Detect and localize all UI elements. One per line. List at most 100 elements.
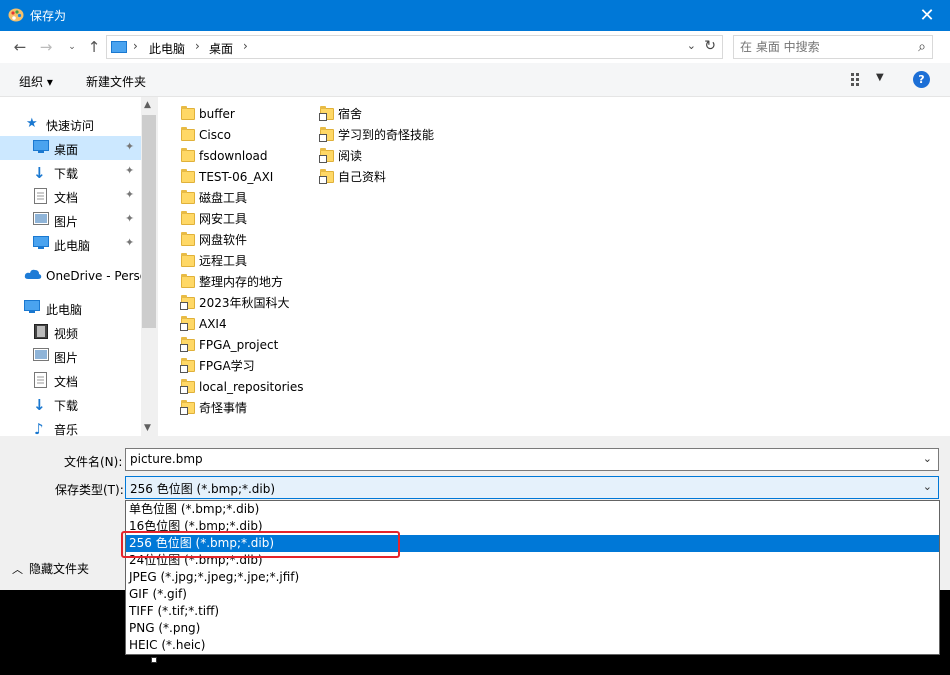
folder-shortcut-icon <box>180 294 195 310</box>
shortcut-item[interactable]: AXI4 <box>180 313 227 334</box>
filetype-option[interactable]: JPEG (*.jpg;*.jpeg;*.jpe;*.jfif) <box>126 569 939 586</box>
command-bar: 组织 ▾ 新建文件夹 ▼ ? <box>0 63 950 97</box>
breadcrumb-separator-icon: › <box>243 39 248 53</box>
folder-icon <box>181 147 195 162</box>
folder-item[interactable]: buffer <box>181 103 235 124</box>
nav-item-quick-access[interactable]: ★ 快速访问 <box>0 112 141 136</box>
folder-name: 远程工具 <box>199 254 248 268</box>
shortcut-item[interactable]: local_repositories <box>180 376 304 397</box>
folder-name: buffer <box>199 106 235 121</box>
filetype-option[interactable]: GIF (*.gif) <box>126 586 939 603</box>
shortcut-item[interactable]: FPGA_project <box>180 334 279 355</box>
view-dropdown-icon[interactable]: ▼ <box>876 72 884 83</box>
nav-item-desktop[interactable]: 桌面 ✦ <box>0 136 141 160</box>
folder-shortcut-icon <box>180 399 195 415</box>
arrow-right-icon: → <box>39 38 53 56</box>
computer-icon <box>111 41 127 53</box>
folder-item[interactable]: 磁盘工具 <box>181 187 247 208</box>
nav-item-label: 文档 <box>54 191 79 205</box>
folder-name: 宿舍 <box>338 107 363 121</box>
folder-shortcut-icon <box>319 168 334 184</box>
help-button[interactable]: ? <box>913 71 930 88</box>
breadcrumb-desktop[interactable]: 桌面 <box>209 40 233 57</box>
download-icon: ↓ <box>33 164 46 182</box>
folder-icon <box>181 252 195 267</box>
nav-item-downloads-pc[interactable]: ↓ 下载 <box>0 392 141 416</box>
nav-item-label: 视频 <box>54 327 79 341</box>
nav-item-this-pc-pinned[interactable]: 此电脑 ✦ <box>0 232 141 256</box>
filetype-select[interactable]: 256 色位图 (*.bmp;*.dib) ⌄ <box>125 476 939 499</box>
folder-item[interactable]: Cisco <box>181 124 231 145</box>
scrollbar-thumb[interactable] <box>142 115 156 328</box>
filetype-option[interactable]: HEIC (*.heic) <box>126 637 939 654</box>
folder-item[interactable]: 网盘软件 <box>181 229 247 250</box>
view-options-icon[interactable] <box>851 72 865 86</box>
filetype-option[interactable]: 单色位图 (*.bmp;*.dib) <box>126 501 939 518</box>
shortcut-item[interactable]: 学习到的奇怪技能 <box>319 124 435 145</box>
folder-shortcut-icon <box>319 126 334 142</box>
hide-folders-button[interactable]: ︿ 隐藏文件夹 <box>12 560 89 577</box>
recent-locations-button[interactable]: ⌄ <box>62 37 82 57</box>
scroll-up-icon[interactable]: ▲ <box>144 100 151 110</box>
address-dropdown-icon[interactable]: ⌄ <box>687 39 696 52</box>
folder-name: 网盘软件 <box>199 233 248 247</box>
folder-item[interactable]: 远程工具 <box>181 250 247 271</box>
shortcut-item[interactable]: 自己资料 <box>319 166 386 187</box>
folder-name: 学习到的奇怪技能 <box>338 128 435 142</box>
nav-item-label: 下载 <box>54 167 79 181</box>
organize-button[interactable]: 组织 ▾ <box>19 73 53 90</box>
new-folder-button[interactable]: 新建文件夹 <box>86 73 146 90</box>
filetype-option[interactable]: TIFF (*.tif;*.tiff) <box>126 603 939 620</box>
folder-name: 奇怪事情 <box>199 401 248 415</box>
forward-button[interactable]: → <box>36 37 56 57</box>
nav-item-videos[interactable]: 视频 <box>0 320 141 344</box>
scroll-down-icon[interactable]: ▼ <box>144 423 151 433</box>
filename-value[interactable]: picture.bmp <box>130 452 203 466</box>
chevron-down-icon: ⌄ <box>68 42 76 52</box>
chevron-down-icon[interactable]: ⌄ <box>923 480 932 493</box>
nav-item-documents-pc[interactable]: 文档 <box>0 368 141 392</box>
folder-name: FPGA_project <box>199 337 279 352</box>
shortcut-item[interactable]: 阅读 <box>319 145 362 166</box>
star-icon: ★ <box>26 116 38 131</box>
annotation-highlight-box <box>121 531 400 558</box>
search-input[interactable] <box>740 39 905 55</box>
folder-item[interactable]: 整理内存的地方 <box>181 271 283 292</box>
search-icon[interactable]: ⌕ <box>918 39 926 55</box>
nav-item-onedrive[interactable]: OneDrive - Perso <box>0 264 147 288</box>
folder-item[interactable]: TEST-06_AXI <box>181 166 273 187</box>
refresh-icon[interactable]: ↻ <box>704 38 716 54</box>
document-icon <box>34 188 50 204</box>
filename-field[interactable]: picture.bmp ⌄ <box>125 448 939 471</box>
computer-icon <box>24 300 40 316</box>
shortcut-item[interactable]: 2023年秋国科大 <box>180 292 290 313</box>
shortcut-item[interactable]: 宿舍 <box>319 103 363 124</box>
up-button[interactable]: ↑ <box>84 37 104 57</box>
nav-item-pictures-pc[interactable]: 图片 <box>0 344 141 368</box>
folder-item[interactable]: 网安工具 <box>181 208 247 229</box>
folder-icon <box>181 168 195 183</box>
chevron-down-icon[interactable]: ⌄ <box>923 452 932 465</box>
breadcrumb-this-pc[interactable]: 此电脑 <box>149 40 185 57</box>
folder-item[interactable]: fsdownload <box>181 145 268 166</box>
address-bar[interactable]: › 此电脑 › 桌面 › ⌄ ↻ <box>106 35 723 59</box>
title-bar: 保存为 ✕ <box>0 0 950 31</box>
resize-handle[interactable] <box>151 657 157 663</box>
nav-item-label: OneDrive - Perso <box>46 269 148 283</box>
nav-item-this-pc[interactable]: 此电脑 <box>0 296 141 320</box>
nav-scrollbar[interactable]: ▲ ▼ <box>141 97 157 436</box>
nav-item-downloads[interactable]: ↓ 下载 ✦ <box>0 160 141 184</box>
shortcut-item[interactable]: 奇怪事情 <box>180 397 248 418</box>
nav-item-label: 此电脑 <box>54 239 91 253</box>
nav-item-label: 快速访问 <box>46 119 95 133</box>
nav-item-pictures[interactable]: 图片 ✦ <box>0 208 141 232</box>
filetype-value: 256 色位图 (*.bmp;*.dib) <box>130 482 276 496</box>
back-button[interactable]: ← <box>10 37 30 57</box>
hide-folders-label: 隐藏文件夹 <box>29 562 90 576</box>
nav-item-music[interactable]: ♪ 音乐 <box>0 416 141 436</box>
search-box[interactable]: ⌕ <box>733 35 933 59</box>
close-button[interactable]: ✕ <box>904 0 950 31</box>
filetype-option[interactable]: PNG (*.png) <box>126 620 939 637</box>
shortcut-item[interactable]: FPGA学习 <box>180 355 255 376</box>
nav-item-documents[interactable]: 文档 ✦ <box>0 184 141 208</box>
